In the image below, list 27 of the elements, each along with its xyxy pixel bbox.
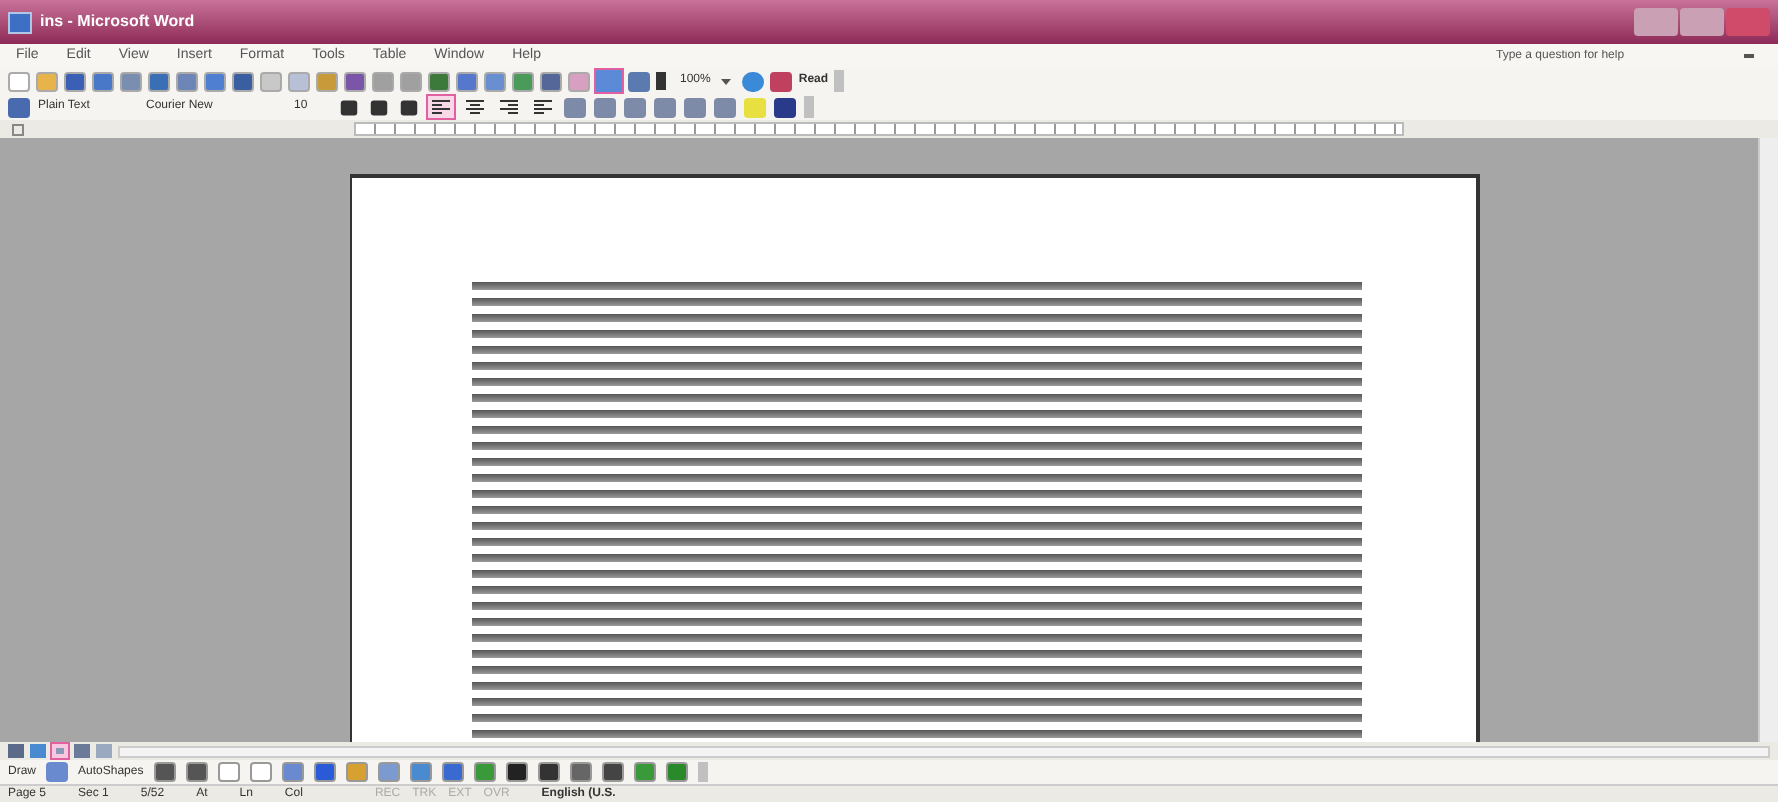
- toolbar-icon[interactable]: [148, 71, 170, 91]
- toolbar-handle[interactable]: [804, 96, 814, 118]
- align-right-button[interactable]: [496, 96, 522, 118]
- toolbar-icon[interactable]: [232, 71, 254, 91]
- print-layout-button[interactable]: [52, 744, 68, 758]
- word-app-icon: [8, 11, 32, 33]
- vertical-scrollbar[interactable]: [1758, 138, 1778, 742]
- window-title: ins - Microsoft Word: [40, 10, 195, 34]
- rectangle-icon[interactable]: [217, 762, 240, 782]
- toolbar-handle[interactable]: [834, 70, 845, 92]
- drawing-toggle-button[interactable]: [596, 70, 622, 92]
- align-center-button[interactable]: [462, 96, 488, 118]
- horizontal-scrollbar[interactable]: [118, 745, 1770, 757]
- toolbar-icon[interactable]: [92, 71, 114, 91]
- toolbar-icon[interactable]: [628, 71, 650, 91]
- toolbar-icon[interactable]: [456, 71, 478, 91]
- toolbar-icon[interactable]: [204, 71, 226, 91]
- toolbar-icon[interactable]: [64, 71, 86, 91]
- toolbar-icon[interactable]: [176, 71, 198, 91]
- toolbar-icon[interactable]: [428, 71, 450, 91]
- toolbar-icon[interactable]: [540, 71, 562, 91]
- toolbar-handle[interactable]: [697, 762, 708, 782]
- toolbar-icon[interactable]: [120, 71, 142, 91]
- tab-selector-icon[interactable]: [12, 123, 24, 135]
- toolbar-icon[interactable]: [344, 71, 366, 91]
- justify-button[interactable]: [530, 96, 556, 118]
- align-left-button[interactable]: [428, 96, 454, 118]
